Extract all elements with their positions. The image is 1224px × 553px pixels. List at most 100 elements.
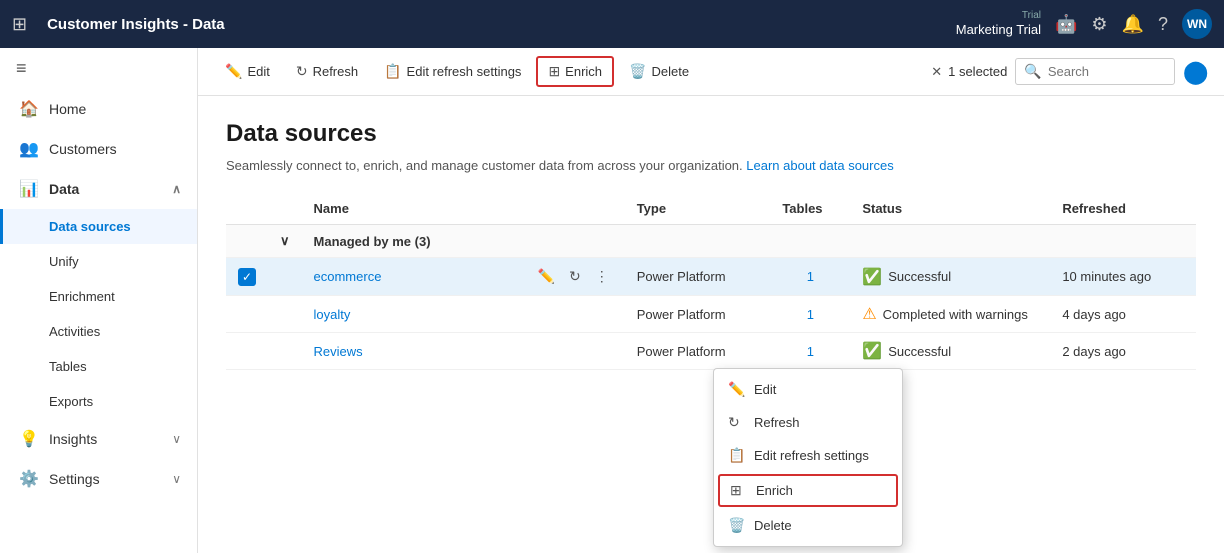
customers-icon: 👥	[19, 139, 39, 159]
context-refresh-label: Refresh	[754, 415, 800, 430]
row-refresh-icon[interactable]: ↻	[565, 266, 585, 287]
delete-button[interactable]: 🗑️ Delete	[618, 57, 700, 86]
sidebar-item-label: Settings	[49, 471, 100, 487]
row-more-icon[interactable]: ⋮	[591, 266, 613, 287]
settings-icon: ⚙️	[19, 469, 39, 489]
avatar[interactable]: WN	[1182, 9, 1212, 39]
row-name-link[interactable]: loyalty	[314, 307, 351, 322]
edit-label: Edit	[247, 64, 269, 79]
row-refreshed: 4 days ago	[1050, 296, 1196, 333]
row-type: Power Platform	[625, 333, 771, 370]
sidebar-item-label: Insights	[49, 431, 97, 447]
edit-refresh-settings-button[interactable]: 📋 Edit refresh settings	[373, 57, 532, 86]
sidebar-item-tables[interactable]: Tables	[0, 349, 197, 384]
context-enrich-label: Enrich	[756, 483, 793, 498]
sidebar-item-exports[interactable]: Exports	[0, 384, 197, 419]
col-refreshed: Refreshed	[1050, 193, 1196, 225]
row-type: Power Platform	[625, 296, 771, 333]
sidebar-sub-label: Exports	[49, 394, 93, 409]
col-expand	[268, 193, 302, 225]
trial-name: Marketing Trial	[956, 22, 1041, 39]
enrich-icon: ⊞	[548, 63, 560, 80]
sidebar-item-label: Data	[49, 181, 79, 197]
copilot-icon[interactable]: 🤖	[1055, 14, 1077, 35]
main-content: ✏️ Edit ↻ Refresh 📋 Edit refresh setting…	[198, 48, 1224, 553]
row-name-link[interactable]: ecommerce	[314, 269, 382, 284]
sidebar-item-enrichment[interactable]: Enrichment	[0, 279, 197, 314]
table-row[interactable]: ✓ ecommerce ✏️ ↻ ⋮	[226, 258, 1196, 296]
context-menu-item-edit[interactable]: ✏️ Edit	[714, 373, 902, 406]
search-box[interactable]: 🔍	[1015, 58, 1175, 85]
refresh-label: Refresh	[313, 64, 359, 79]
sidebar-item-data[interactable]: 📊 Data ∧	[0, 169, 197, 209]
sidebar-item-customers[interactable]: 👥 Customers	[0, 129, 197, 169]
chevron-up-icon: ∧	[172, 182, 181, 196]
help-icon[interactable]: ?	[1158, 14, 1168, 35]
row-tables-link[interactable]: 1	[782, 307, 838, 322]
status-success-icon: ✅	[862, 341, 882, 361]
dynamics-logo: ⬤	[1183, 59, 1208, 85]
sidebar-item-label: Home	[49, 101, 86, 117]
context-edit-label: Edit	[754, 382, 776, 397]
sidebar-item-activities[interactable]: Activities	[0, 314, 197, 349]
sidebar-item-home[interactable]: 🏠 Home	[0, 89, 197, 129]
context-enrich-icon: ⊞	[730, 482, 746, 499]
close-selection-icon[interactable]: ✕	[931, 64, 942, 80]
sidebar: ≡ 🏠 Home 👥 Customers 📊 Data ∧ Data sourc…	[0, 48, 198, 553]
context-menu-item-refresh[interactable]: ↻ Refresh	[714, 406, 902, 439]
data-icon: 📊	[19, 179, 39, 199]
row-status: ⚠ Completed with warnings	[862, 304, 1038, 324]
sidebar-item-data-sources[interactable]: Data sources	[0, 209, 197, 244]
context-edit-icon: ✏️	[728, 381, 744, 398]
chevron-down-icon: ∨	[172, 472, 181, 486]
context-delete-label: Delete	[754, 518, 792, 533]
context-menu-item-enrich[interactable]: ⊞ Enrich	[718, 474, 898, 507]
sidebar-item-insights[interactable]: 💡 Insights ∨	[0, 419, 197, 459]
group-row: ∨ Managed by me (3)	[226, 225, 1196, 258]
row-name-link[interactable]: Reviews	[314, 344, 363, 359]
context-edit-refresh-icon: 📋	[728, 447, 744, 464]
delete-icon: 🗑️	[629, 63, 646, 80]
row-type: Power Platform	[625, 258, 771, 296]
row-status: ✅ Successful	[862, 341, 1038, 361]
search-input[interactable]	[1048, 64, 1158, 79]
sidebar-item-settings[interactable]: ⚙️ Settings ∨	[0, 459, 197, 499]
selected-badge: ✕ 1 selected	[931, 64, 1007, 80]
col-actions	[522, 193, 625, 225]
bell-icon[interactable]: 🔔	[1122, 14, 1144, 35]
edit-refresh-icon: 📋	[384, 63, 401, 80]
home-icon: 🏠	[19, 99, 39, 119]
group-chevron-icon[interactable]: ∨	[280, 233, 290, 248]
table-row[interactable]: loyalty Power Platform 1 ⚠ Completed wit…	[226, 296, 1196, 333]
col-name: Name	[302, 193, 522, 225]
sidebar-sub-label: Activities	[49, 324, 100, 339]
context-menu-item-edit-refresh[interactable]: 📋 Edit refresh settings	[714, 439, 902, 472]
edit-icon: ✏️	[225, 63, 242, 80]
edit-button[interactable]: ✏️ Edit	[214, 57, 281, 86]
page-content: Data sources Seamlessly connect to, enri…	[198, 96, 1224, 553]
chevron-down-icon: ∨	[172, 432, 181, 446]
selected-count: 1 selected	[948, 64, 1007, 79]
status-success-icon: ✅	[862, 267, 882, 287]
row-edit-icon[interactable]: ✏️	[534, 266, 559, 287]
row-tables-link[interactable]: 1	[782, 269, 838, 284]
row-refreshed: 2 days ago	[1050, 333, 1196, 370]
status-warning-icon: ⚠	[862, 304, 876, 324]
context-menu-item-delete[interactable]: 🗑️ Delete	[714, 509, 902, 542]
col-status: Status	[850, 193, 1050, 225]
learn-link[interactable]: Learn about data sources	[746, 158, 893, 173]
sidebar-item-unify[interactable]: Unify	[0, 244, 197, 279]
sidebar-collapse-button[interactable]: ≡	[0, 48, 197, 89]
row-tables-link[interactable]: 1	[782, 344, 838, 359]
table-row[interactable]: Reviews Power Platform 1 ✅ Successful 2 …	[226, 333, 1196, 370]
page-title: Data sources	[226, 120, 1196, 148]
waffle-icon[interactable]: ⊞	[12, 14, 27, 35]
trial-block: Trial Marketing Trial	[956, 9, 1041, 39]
row-checkbox[interactable]: ✓	[238, 268, 256, 286]
sidebar-sub-label: Tables	[49, 359, 87, 374]
edit-refresh-label: Edit refresh settings	[407, 64, 522, 79]
search-icon: 🔍	[1024, 63, 1041, 80]
refresh-button[interactable]: ↻ Refresh	[285, 57, 369, 86]
settings-icon[interactable]: ⚙	[1091, 14, 1107, 35]
enrich-button[interactable]: ⊞ Enrich	[536, 56, 614, 87]
